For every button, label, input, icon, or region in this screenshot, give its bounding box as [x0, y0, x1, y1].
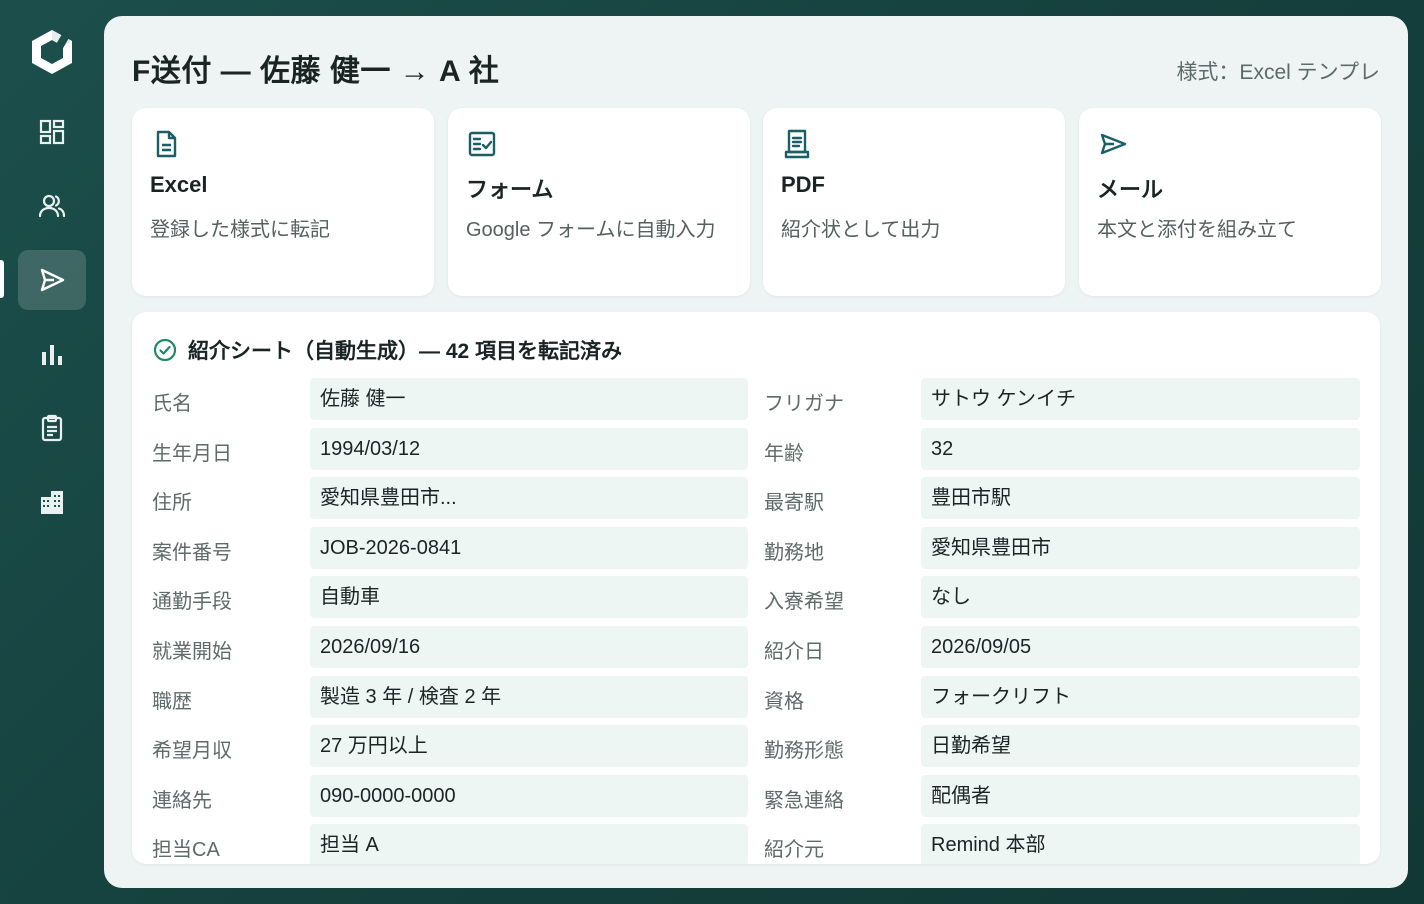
bar-chart-icon: [42, 345, 62, 365]
field-label: 最寄駅: [764, 492, 824, 515]
table-row: 案件番号 JOB-2026-0841 勤務地 愛知県豊田市: [152, 526, 1360, 569]
sidebar-item-clipboard[interactable]: [18, 398, 86, 458]
field-value[interactable]: 配偶者: [921, 774, 1360, 817]
app-logo[interactable]: [30, 28, 74, 76]
sidebar: [0, 0, 104, 904]
table-row: 住所 愛知県豊田市... 最寄駅 豊田市駅: [152, 477, 1360, 520]
sheet-title: 紹介シート（自動生成）— 42 項目を転記済み: [188, 340, 623, 363]
field-value[interactable]: 27 万円以上: [310, 725, 748, 768]
sidebar-item-people[interactable]: [18, 176, 86, 236]
form-icon: [468, 131, 496, 157]
table-row: 就業開始 2026/09/16 紹介日 2026/09/05: [152, 626, 1360, 668]
field-value[interactable]: 佐藤 健一: [310, 378, 748, 420]
field-value[interactable]: 自動車: [310, 576, 748, 619]
table-row: 担当CA 担当 A 紹介元 Remind 本部: [152, 824, 1360, 864]
field-value[interactable]: なし: [921, 576, 1360, 619]
field-label: 氏名: [152, 393, 192, 415]
field-value[interactable]: 日勤希望: [921, 725, 1360, 768]
field-value[interactable]: 2026/09/05: [921, 626, 1360, 668]
table-row: 職歴 製造 3 年 / 検査 2 年 資格 フォークリフト: [152, 675, 1360, 718]
card-description: 紹介状として出力: [781, 219, 941, 241]
page-title: F送付 — 佐藤 健一 → A 社: [132, 55, 500, 88]
table-row: 通勤手段 自動車 入寮希望 なし: [152, 576, 1360, 619]
table-row: 希望月収 27 万円以上 勤務形態 日勤希望: [152, 725, 1360, 768]
field-value[interactable]: 1994/03/12: [310, 427, 748, 470]
field-value[interactable]: 2026/09/16: [310, 626, 748, 668]
clipboard-icon: [41, 414, 63, 442]
table-row: 連絡先 090-0000-0000 緊急連絡 配偶者: [152, 774, 1360, 817]
card-form[interactable]: フォーム Google フォームに自動入力: [448, 108, 750, 296]
field-value[interactable]: 担当 A: [310, 824, 748, 864]
field-label: 住所: [152, 492, 192, 515]
table-row: 氏名 佐藤 健一 フリガナ サトウ ケンイチ: [152, 378, 1360, 420]
table-row: 生年月日 1994/03/12 年齢 32: [152, 427, 1360, 470]
check-circle-icon: [153, 338, 177, 362]
card-description: Google フォームに自動入力: [466, 219, 716, 241]
card-excel[interactable]: Excel 登録した様式に転記: [132, 108, 434, 296]
field-value[interactable]: 090-0000-0000: [310, 774, 748, 817]
field-value[interactable]: フォークリフト: [921, 675, 1360, 718]
card-mail[interactable]: メール 本文と添付を組み立て: [1079, 108, 1381, 296]
people-icon: [38, 194, 66, 218]
sidebar-item-dashboard[interactable]: [18, 102, 86, 162]
card-title: フォーム: [466, 177, 554, 202]
referral-sheet: 紹介シート（自動生成）— 42 項目を転記済み 氏名 佐藤 健一 フリガナ サト…: [132, 312, 1380, 864]
card-title: Excel: [150, 172, 208, 197]
field-label: 資格: [764, 690, 804, 713]
dashboard-icon: [39, 119, 65, 145]
field-value[interactable]: 愛知県豊田市...: [310, 477, 748, 520]
field-value[interactable]: 製造 3 年 / 検査 2 年: [310, 675, 748, 718]
field-label: 紹介元: [764, 839, 824, 862]
main-panel: F送付 — 佐藤 健一 → A 社 様式：Excel テンプレ Excel 登録…: [104, 16, 1408, 888]
building-icon: [41, 491, 63, 514]
card-title: PDF: [781, 172, 825, 197]
field-value[interactable]: サトウ ケンイチ: [921, 378, 1360, 420]
document-icon: [156, 130, 177, 158]
field-value[interactable]: JOB-2026-0841: [310, 526, 748, 569]
field-value[interactable]: 豊田市駅: [921, 477, 1360, 520]
field-label: 案件番号: [152, 541, 232, 564]
sidebar-item-analytics[interactable]: [18, 324, 86, 384]
field-value[interactable]: Remind 本部: [921, 824, 1360, 864]
send-icon: [1100, 133, 1127, 155]
field-label: 紹介日: [764, 641, 824, 663]
field-label: 勤務形態: [764, 740, 844, 763]
card-description: 本文と添付を組み立て: [1097, 219, 1297, 241]
field-label: フリガナ: [764, 393, 844, 415]
field-label: 就業開始: [152, 641, 232, 663]
field-label: 緊急連絡: [764, 789, 844, 812]
field-label: 勤務地: [764, 541, 824, 564]
sidebar-item-company[interactable]: [18, 472, 86, 532]
field-label: 担当CA: [152, 839, 220, 862]
receipt-icon: [784, 129, 810, 159]
card-pdf[interactable]: PDF 紹介状として出力: [763, 108, 1065, 296]
field-label: 年齢: [764, 442, 804, 465]
field-label: 入寮希望: [764, 591, 844, 614]
sidebar-item-send[interactable]: [18, 250, 86, 310]
send-icon: [40, 268, 65, 292]
card-title: メール: [1097, 177, 1164, 202]
field-value[interactable]: 愛知県豊田市: [921, 526, 1360, 569]
field-label: 生年月日: [152, 442, 232, 465]
field-label: 希望月収: [152, 740, 232, 763]
field-label: 職歴: [152, 690, 192, 713]
field-value[interactable]: 32: [921, 427, 1360, 470]
field-label: 通勤手段: [152, 591, 232, 614]
active-indicator: [0, 260, 4, 298]
format-label: 様式：Excel テンプレ: [1176, 61, 1380, 84]
field-label: 連絡先: [152, 789, 212, 812]
output-cards: Excel 登録した様式に転記 フォーム Google フォームに自動入力 PD…: [132, 108, 1381, 296]
sheet-header: 紹介シート（自動生成）— 42 項目を転記済み: [152, 334, 622, 366]
card-description: 登録した様式に転記: [150, 219, 330, 241]
